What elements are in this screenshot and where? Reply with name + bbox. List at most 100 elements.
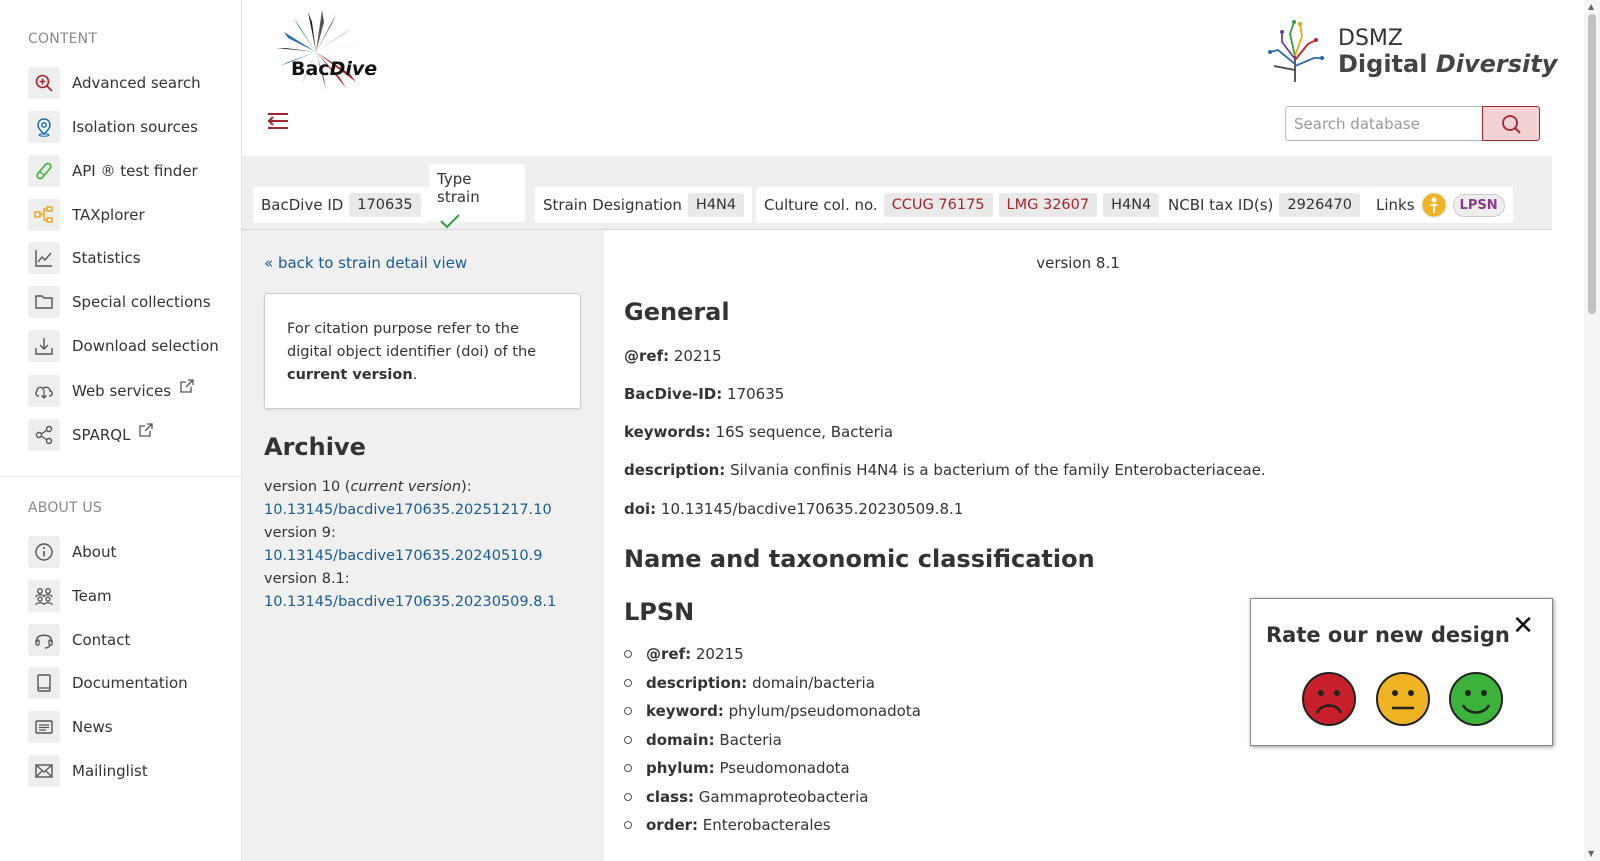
version-label: version 8.1 (1036, 254, 1120, 272)
strain-designation-chip: Strain Designation H4N4 (535, 187, 753, 223)
strain-detail-content: version 8.1 General @ref: 20215 BacDive-… (604, 230, 1552, 861)
sidebar-item-label: News (72, 718, 113, 736)
citation-bold: current version (287, 367, 413, 383)
field-value: phylum/pseudomonadota (728, 702, 921, 721)
field-value: Gammaproteobacteria (698, 787, 869, 806)
archive-version-9: version 9: (264, 525, 336, 541)
field-label: doi: (624, 500, 657, 518)
list-item: domain: Bacteria (624, 726, 921, 755)
external-link-icon (139, 423, 154, 437)
culture-value-h4n4: H4N4 (1103, 193, 1160, 217)
sidebar-item-news[interactable]: News (28, 710, 113, 744)
field-value: domain/bacteria (752, 673, 875, 692)
close-icon[interactable]: ✕ (1512, 611, 1534, 641)
sidebar-item-sparql[interactable]: SPARQL (28, 418, 154, 452)
sidebar-item-team[interactable]: Team (28, 579, 112, 613)
bacdive-id-value: 170635 (349, 193, 421, 217)
strain-designation-label: Strain Designation (543, 196, 682, 214)
cloud-icon (28, 375, 60, 407)
sidebar-item-advanced-search[interactable]: Advanced search (28, 66, 201, 100)
search-icon (1502, 114, 1521, 134)
doi-link-v9[interactable]: 10.13145/bacdive170635.20240510.9 (264, 545, 556, 568)
sidebar-item-label: Contact (72, 631, 131, 649)
menu-toggle-icon[interactable] (266, 110, 290, 132)
sidebar: CONTENT Advanced search Isolation source… (0, 0, 242, 861)
content-heading: CONTENT (28, 31, 98, 47)
list-item: keyword: phylum/pseudomonadota (624, 697, 921, 726)
archive-list: version 10 (current version): 10.13145/b… (264, 476, 556, 614)
dsmz-logo[interactable]: DSMZ Digital Diversity (1260, 14, 1557, 84)
header: BacDive DSMZ Digital Diversity (242, 0, 1557, 158)
scroll-up-icon[interactable]: ▲ (1588, 2, 1594, 11)
digital-label: Digital (1338, 50, 1436, 78)
about-heading: ABOUT US (28, 500, 102, 516)
bacdive-logo[interactable]: BacDive (264, 10, 377, 90)
lpsn-link[interactable]: LPSN (1452, 193, 1505, 217)
sad-face-icon[interactable] (1301, 671, 1357, 727)
field-value: Enterobacterales (702, 816, 831, 835)
sidebar-item-contact[interactable]: Contact (28, 623, 130, 657)
archive-version-10: version 10 (current version): (264, 476, 556, 499)
line-chart-icon (28, 242, 60, 274)
bacdive-id-label: BacDive ID (261, 196, 344, 214)
scrollbar-thumb[interactable] (1588, 14, 1596, 314)
sidebar-item-label: API ® test finder (72, 162, 198, 180)
share-nodes-icon (28, 419, 60, 451)
sidebar-item-label: Isolation sources (72, 118, 198, 136)
general-heading: General (624, 298, 730, 326)
field-label: keyword: (646, 702, 724, 721)
field-value: 16S sequence, Bacteria (715, 423, 894, 441)
archive-panel: « back to strain detail view For citatio… (242, 230, 604, 861)
citation-note: For citation purpose refer to the digita… (264, 293, 581, 409)
strain-designation-value: H4N4 (687, 193, 745, 217)
sidebar-item-api-test-finder[interactable]: API ® test finder (28, 154, 198, 188)
logo-text-dive: Dive (329, 58, 378, 80)
doi-field: doi: 10.13145/bacdive170635.20230509.8.1 (624, 500, 963, 518)
sidebar-item-web-services[interactable]: Web services (28, 374, 195, 408)
links-label: Links (1376, 196, 1415, 214)
sidebar-item-label: Web services (72, 382, 172, 400)
sidebar-item-label: Mailinglist (72, 762, 148, 780)
search-button[interactable] (1482, 106, 1540, 141)
sidebar-item-mailinglist[interactable]: Mailinglist (28, 754, 148, 788)
doi-link-v8-1[interactable]: 10.13145/bacdive170635.20230509.8.1 (264, 591, 556, 614)
newspaper-icon (28, 711, 60, 743)
sidebar-item-isolation-sources[interactable]: Isolation sources (28, 110, 198, 144)
list-item: class: Gammaproteobacteria (624, 783, 921, 812)
ncbi-tax-value[interactable]: 2926470 (1279, 193, 1360, 217)
search-bar (1285, 106, 1540, 141)
type-strain-chip: Type strain (429, 164, 525, 229)
list-item: order: Enterobacterales (624, 811, 921, 840)
happy-face-icon[interactable] (1448, 671, 1504, 727)
info-icon (28, 536, 60, 568)
culture-link-lmg[interactable]: LMG 32607 (998, 193, 1098, 217)
search-input[interactable] (1285, 106, 1482, 141)
sidebar-item-documentation[interactable]: Documentation (28, 666, 188, 700)
headset-icon (28, 624, 60, 656)
field-label: BacDive-ID: (624, 385, 723, 403)
doi-link-v10[interactable]: 10.13145/bacdive170635.20251217.10 (264, 499, 556, 522)
scroll-down-icon[interactable]: ▼ (1588, 849, 1594, 858)
sidebar-item-download-selection[interactable]: Download selection (28, 329, 219, 363)
description-field: description: Silvania confinis H4N4 is a… (624, 461, 1266, 479)
type-strain-label: Type strain (437, 170, 480, 206)
external-resource-icon[interactable] (1421, 192, 1447, 218)
sidebar-item-taxplorer[interactable]: TAXplorer (28, 198, 145, 232)
citation-end: . (412, 367, 418, 383)
field-label: description: (646, 673, 748, 692)
list-item: phylum: Pseudomonadota (624, 754, 921, 783)
culture-link-ccug[interactable]: CCUG 76175 (883, 193, 993, 217)
field-value: 170635 (727, 385, 785, 403)
keywords-field: keywords: 16S sequence, Bacteria (624, 423, 893, 441)
neutral-face-icon[interactable] (1375, 671, 1431, 727)
page-scrollbar[interactable]: ▲ ▼ (1584, 0, 1600, 861)
sidebar-item-about[interactable]: About (28, 535, 116, 569)
field-label: @ref: (646, 645, 692, 664)
ref-field: @ref: 20215 (624, 347, 722, 365)
bacdive-id-field: BacDive-ID: 170635 (624, 385, 784, 403)
back-to-strain-link[interactable]: « back to strain detail view (264, 254, 467, 272)
field-label: phylum: (646, 759, 715, 778)
sidebar-item-special-collections[interactable]: Special collections (28, 285, 211, 319)
sidebar-item-statistics[interactable]: Statistics (28, 241, 141, 275)
logo-text-bac: Bac (291, 58, 330, 80)
